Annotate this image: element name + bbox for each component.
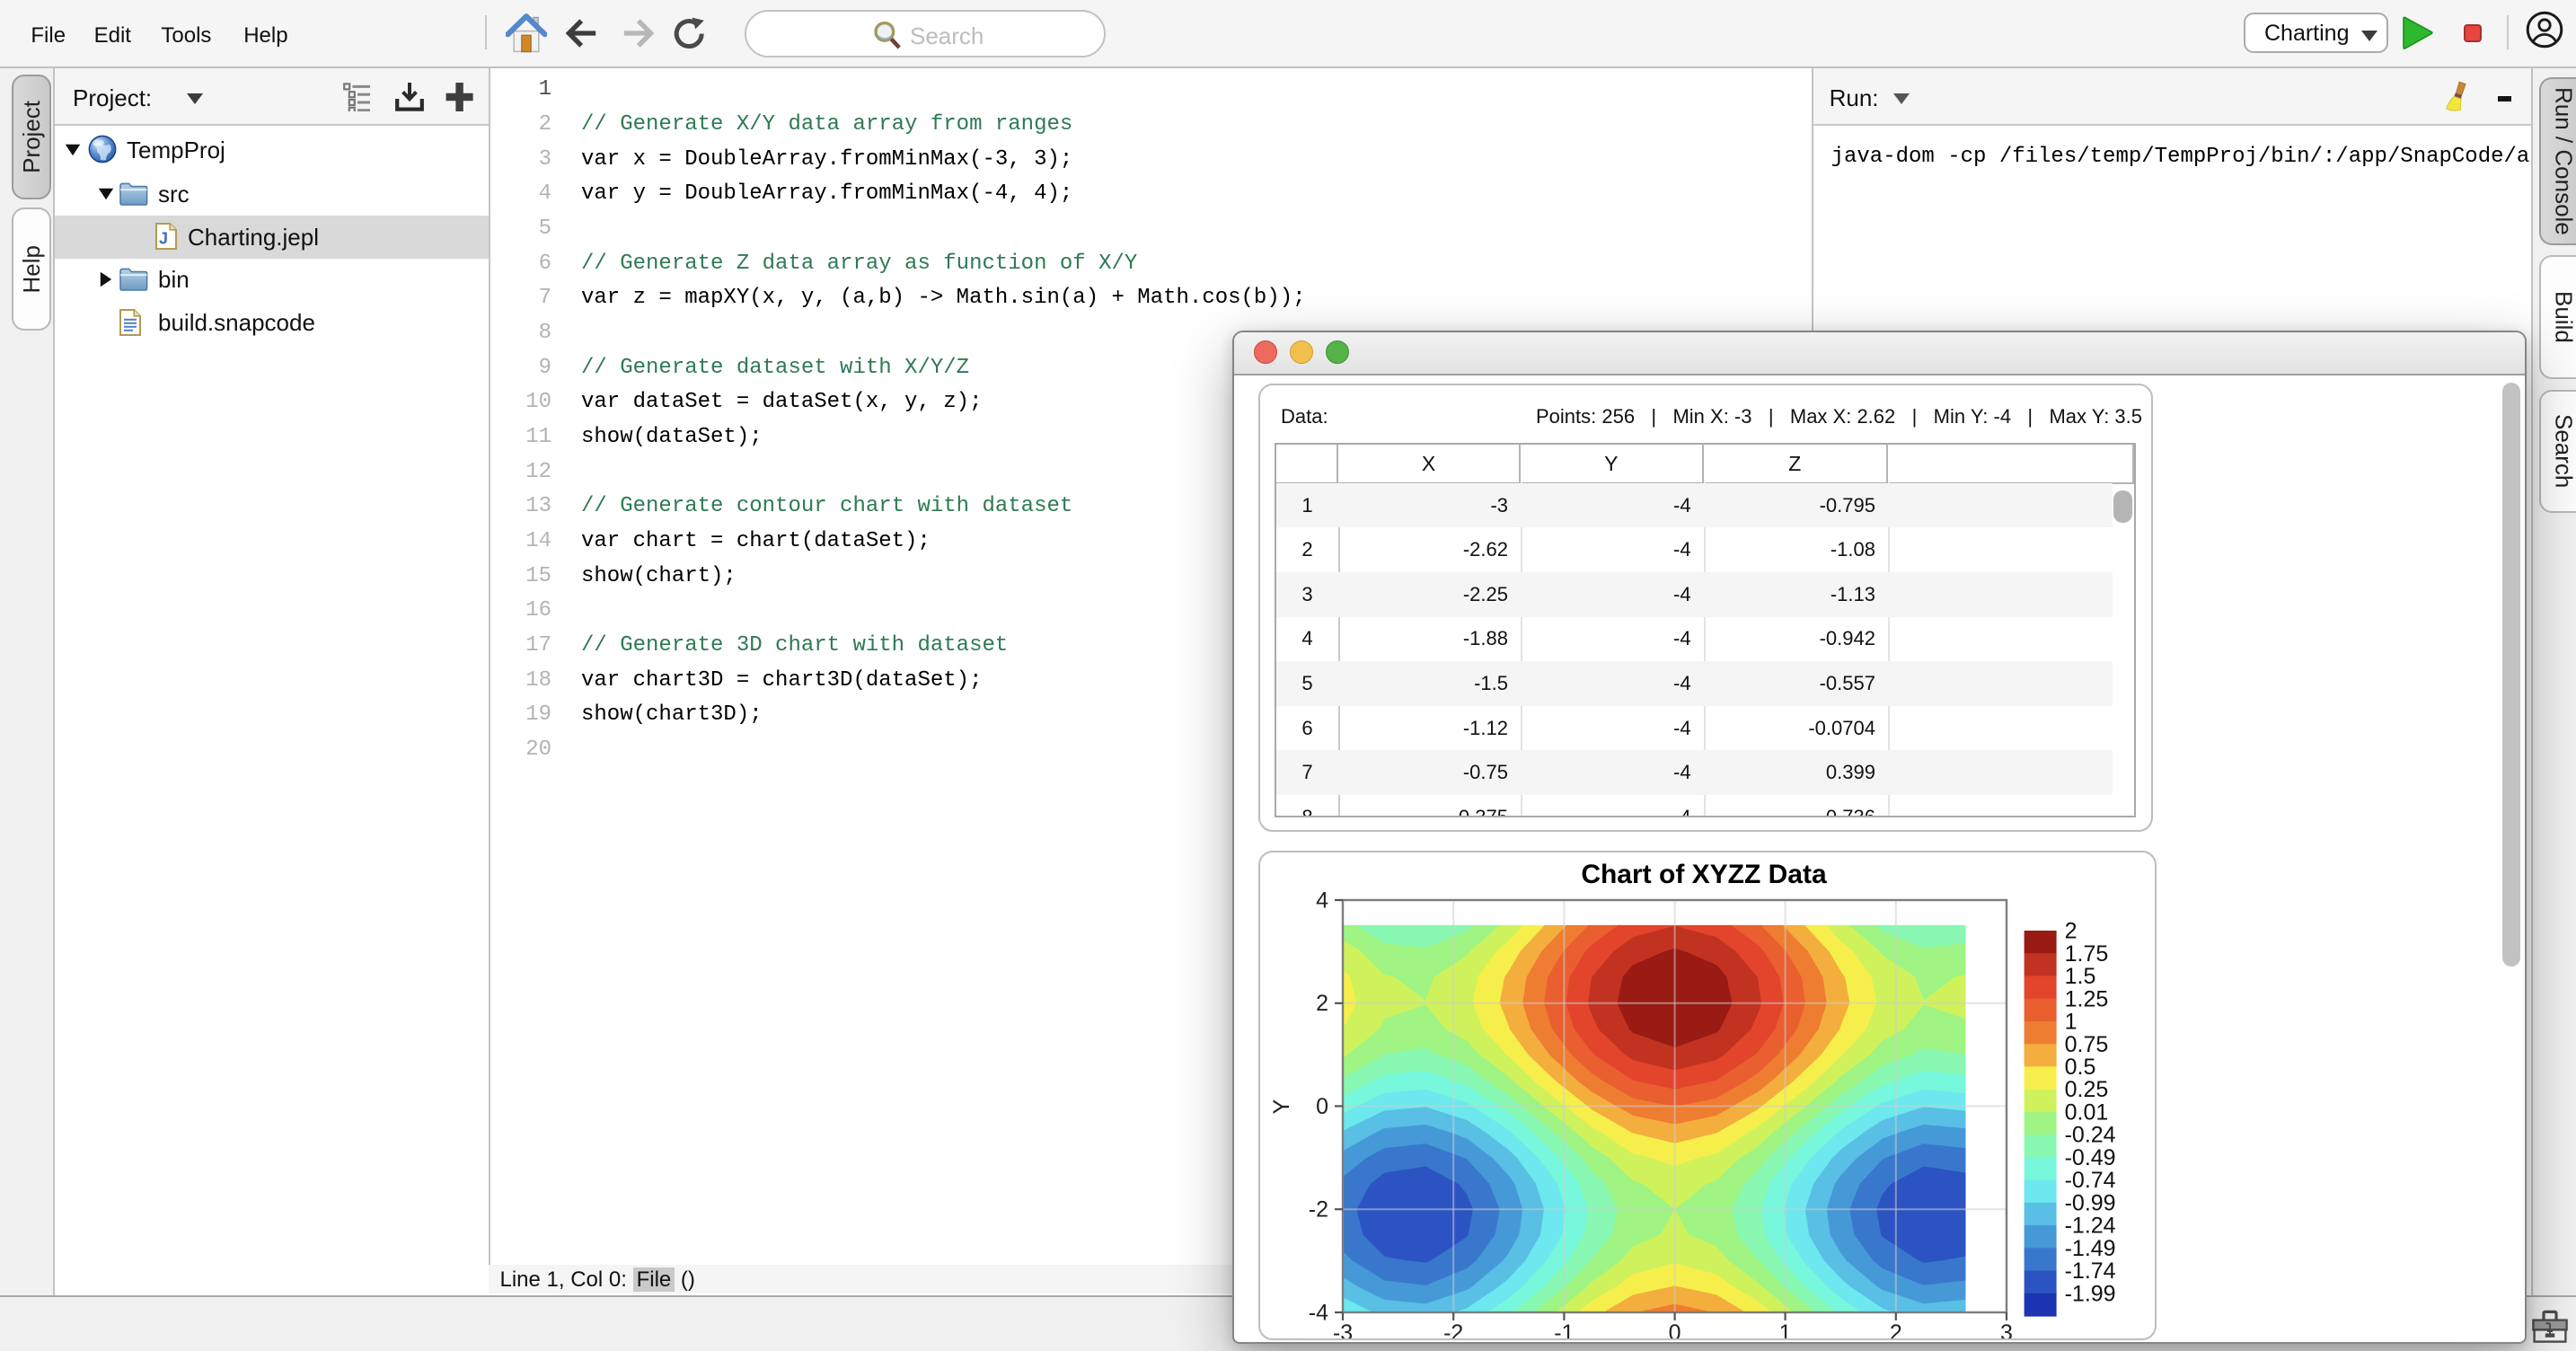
svg-text:-2: -2: [1309, 1197, 1328, 1223]
svg-text:-1.24: -1.24: [2065, 1214, 2116, 1239]
svg-text:-4: -4: [1309, 1300, 1328, 1325]
svg-text:0: 0: [1316, 1094, 1328, 1119]
svg-text:Y: Y: [1269, 1099, 1294, 1114]
svg-text:-0.74: -0.74: [2065, 1168, 2116, 1193]
svg-text:-3: -3: [1333, 1320, 1353, 1338]
svg-text:-1.74: -1.74: [2065, 1258, 2116, 1284]
svg-text:1.5: 1.5: [2065, 964, 2096, 989]
svg-text:Chart of XYZZ Data: Chart of XYZZ Data: [1581, 860, 1827, 889]
svg-text:1: 1: [2065, 1010, 2078, 1035]
svg-text:2: 2: [2065, 919, 2078, 944]
svg-text:-1.99: -1.99: [2065, 1281, 2116, 1306]
svg-text:0.75: 0.75: [2065, 1032, 2109, 1057]
svg-text:2: 2: [1890, 1320, 1902, 1338]
svg-text:0.25: 0.25: [2065, 1077, 2109, 1102]
svg-text:-2: -2: [1443, 1320, 1463, 1338]
svg-text:0.01: 0.01: [2065, 1099, 2109, 1125]
svg-text:0.5: 0.5: [2065, 1055, 2096, 1080]
svg-text:-0.99: -0.99: [2065, 1190, 2116, 1215]
svg-text:3: 3: [2000, 1320, 2013, 1338]
svg-text:-0.49: -0.49: [2065, 1145, 2116, 1170]
svg-text:-0.24: -0.24: [2065, 1123, 2116, 1148]
svg-text:J: J: [159, 230, 168, 248]
svg-text:1.75: 1.75: [2065, 941, 2109, 967]
svg-text:1: 1: [1779, 1320, 1792, 1338]
svg-text:4: 4: [1316, 887, 1328, 913]
svg-text:-1: -1: [1554, 1320, 1574, 1338]
svg-text:1.25: 1.25: [2065, 986, 2109, 1011]
svg-text:-1.49: -1.49: [2065, 1236, 2116, 1261]
svg-text:2: 2: [1316, 991, 1328, 1016]
svg-text:0: 0: [1669, 1320, 1681, 1338]
